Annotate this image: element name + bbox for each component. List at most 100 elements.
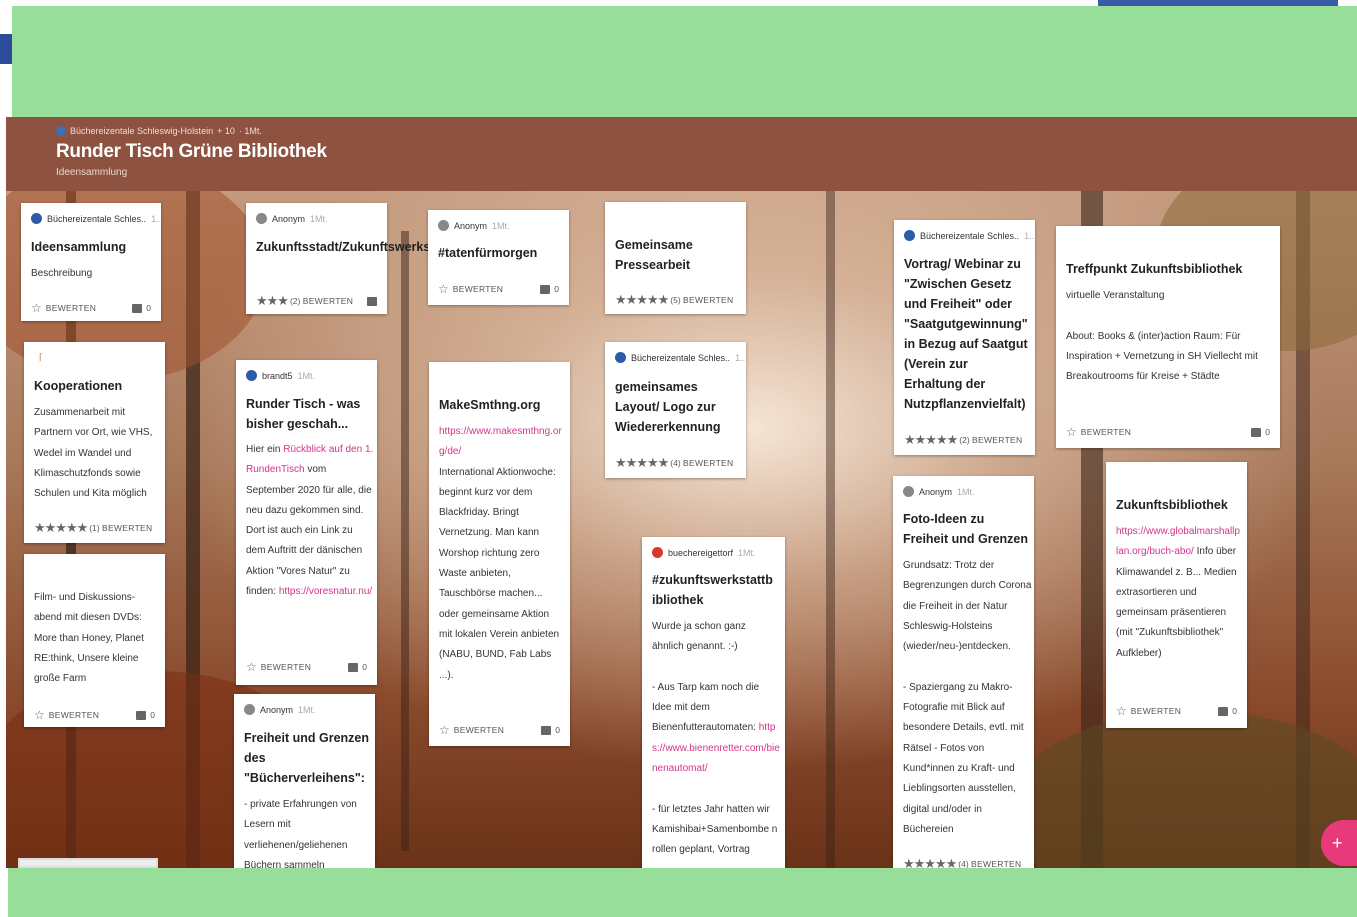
rating-stars[interactable]: ★★★★★ xyxy=(615,292,669,308)
post-card[interactable]: Anonym 1Mt. Freiheit und Grenzen des "Bü… xyxy=(234,694,375,868)
post-title: Gemeinsame Pressearbeit xyxy=(615,238,693,272)
comment-button[interactable] xyxy=(367,296,377,306)
post-title: MakeSmthng.org xyxy=(439,398,541,412)
post-footer: ☆ BEWERTEN 0 xyxy=(1116,704,1237,718)
rate-button[interactable]: BEWERTEN xyxy=(683,458,733,468)
post-card[interactable]: Treffpunkt Zukunftsbibliothek virtuelle … xyxy=(1056,226,1280,448)
star-outline-icon[interactable]: ☆ xyxy=(31,301,42,315)
board-subtitle: Ideensammlung xyxy=(56,167,128,178)
post-title: #tatenfürmorgen xyxy=(438,246,538,260)
post-footer: ★★★★★ (4) BEWERTEN xyxy=(615,455,736,471)
board-plus-count: + 10 xyxy=(217,126,235,136)
post-footer: ★★★★★ (1) BEWERTEN xyxy=(34,520,155,536)
post-card[interactable]: buechereigettorf 1Mt. #zukunftswerkstatt… xyxy=(642,537,785,868)
post-card[interactable]: Büchereizentale Schles.. 1.. Vortrag/ We… xyxy=(894,220,1035,455)
tree-trunk xyxy=(401,231,409,851)
rating-stars[interactable]: ★★★ xyxy=(256,293,289,309)
post-author: Anonym 1Mt. xyxy=(244,704,316,715)
comment-icon xyxy=(132,303,143,313)
rating-stars[interactable]: ★★★★★ xyxy=(903,856,957,868)
post-author: ⌈ xyxy=(39,352,43,362)
post-card[interactable]: Zukunftsbibliothek https://www.globalmar… xyxy=(1106,462,1247,728)
rating-stars[interactable]: ★★★★★ xyxy=(615,455,669,471)
rating-stars[interactable]: ★★★★★ xyxy=(904,432,958,448)
post-body: Hier ein Rückblick auf den 1. RundenTisc… xyxy=(246,444,374,598)
rate-button[interactable]: BEWERTEN xyxy=(683,295,733,305)
post-card[interactable]: Büchereizentale Schles.. 1.. gemeinsames… xyxy=(605,342,746,478)
comment-button[interactable]: 0 xyxy=(541,725,560,735)
post-title: #zukunftswerkstattbibliothek xyxy=(652,573,773,607)
post-footer: ☆ BEWERTEN 0 xyxy=(1066,425,1270,439)
rate-button[interactable]: BEWERTEN xyxy=(46,303,96,313)
rate-button[interactable]: BEWERTEN xyxy=(102,523,152,533)
top-right-bar xyxy=(1098,0,1338,6)
rate-button[interactable]: BEWERTEN xyxy=(1131,706,1181,716)
author-avatar xyxy=(438,220,449,231)
post-card[interactable]: brandt5 1Mt. Runder Tisch - was bisher g… xyxy=(236,360,377,685)
post-footer: ☆ BEWERTEN 0 xyxy=(246,660,367,674)
star-outline-icon[interactable]: ☆ xyxy=(438,282,449,296)
rate-button[interactable]: BEWERTEN xyxy=(453,284,503,294)
rating-count: (2) xyxy=(959,435,970,445)
author-avatar xyxy=(903,486,914,497)
comment-button[interactable]: 0 xyxy=(132,303,151,313)
rate-button[interactable]: BEWERTEN xyxy=(971,859,1021,868)
comment-button[interactable]: 0 xyxy=(1218,706,1237,716)
comment-icon xyxy=(348,662,359,672)
rate-button[interactable]: BEWERTEN xyxy=(303,296,353,306)
post-author: Anonym 1Mt. xyxy=(438,220,510,231)
star-outline-icon[interactable]: ☆ xyxy=(439,723,450,737)
post-author: Büchereizentale Schles.. 1.. xyxy=(615,352,745,363)
rate-button[interactable]: BEWERTEN xyxy=(454,725,504,735)
star-outline-icon[interactable]: ☆ xyxy=(246,660,257,674)
rate-button[interactable]: BEWERTEN xyxy=(49,710,99,720)
left-edge-bar xyxy=(0,34,12,64)
post-card[interactable]: Film- und Diskussions-abend mit diesen D… xyxy=(24,554,165,727)
comment-button[interactable]: 0 xyxy=(540,284,559,294)
rate-button[interactable]: BEWERTEN xyxy=(972,435,1022,445)
green-band-bottom xyxy=(8,868,1357,917)
author-avatar xyxy=(652,547,663,558)
post-footer: ★★★ (2) BEWERTEN xyxy=(256,293,377,309)
rating-count: (2) xyxy=(289,296,301,306)
star-outline-icon[interactable]: ☆ xyxy=(34,708,45,722)
post-title: Freiheit und Grenzen des "Bücherverleihe… xyxy=(244,731,370,785)
comment-button[interactable]: 0 xyxy=(1251,427,1270,437)
author-avatar xyxy=(244,704,255,715)
post-body: Grundsatz: Trotz der Begrenzungen durch … xyxy=(903,560,1032,835)
post-footer: ★★★★★ (4) BEWERTEN xyxy=(903,856,1024,868)
comment-button[interactable]: 0 xyxy=(348,662,367,672)
author-avatar xyxy=(615,352,626,363)
board-org[interactable]: Büchereizentale Schleswig-Holstein xyxy=(70,126,213,136)
comment-icon xyxy=(541,725,552,735)
rate-button[interactable]: BEWERTEN xyxy=(261,662,311,672)
rating-count: (4) xyxy=(958,859,969,868)
post-title: Treffpunkt Zukunftsbibliothek xyxy=(1066,262,1243,276)
post-card[interactable]: Anonym 1Mt. Foto-Ideen zu Freiheit und G… xyxy=(893,476,1034,868)
post-footer: ★★★★★ (5) BEWERTEN xyxy=(615,292,736,308)
comment-icon xyxy=(136,710,147,720)
post-title: Runder Tisch - was bisher geschah... xyxy=(246,397,361,431)
post-card[interactable]: MakeSmthng.org https://www.makesmthng.or… xyxy=(429,362,570,746)
rating-stars[interactable]: ★★★★★ xyxy=(34,520,88,536)
post-footer: ☆ BEWERTEN 0 xyxy=(31,301,151,315)
author-avatar xyxy=(246,370,257,381)
star-outline-icon[interactable]: ☆ xyxy=(1066,425,1077,439)
foliage xyxy=(1006,711,1357,868)
rate-button[interactable]: BEWERTEN xyxy=(1081,427,1131,437)
author-avatar xyxy=(31,213,42,224)
post-card[interactable]: Büchereizentale Schles.. 1.. Ideensammlu… xyxy=(21,203,161,321)
post-link[interactable]: https://voresnatur.nu/ xyxy=(279,586,372,597)
post-author: Büchereizentale Schles.. 1.. xyxy=(904,230,1034,241)
tree-trunk xyxy=(826,191,835,868)
minimized-panel[interactable] xyxy=(18,858,158,868)
post-card[interactable]: Gemeinsame Pressearbeit ★★★★★ (5) BEWERTE… xyxy=(605,202,746,314)
post-link[interactable]: https://www.makesmthng.org/de/ xyxy=(439,426,562,457)
rating-count: (1) xyxy=(89,523,100,533)
star-outline-icon[interactable]: ☆ xyxy=(1116,704,1127,718)
comment-button[interactable]: 0 xyxy=(136,710,155,720)
comment-icon xyxy=(1218,706,1229,716)
post-card[interactable]: Anonym 1Mt. Zukunftsstadt/Zukunftswerkst… xyxy=(246,203,450,314)
post-card[interactable]: Anonym 1Mt. #tatenfürmorgen ☆ BEWERTEN 0 xyxy=(428,210,569,305)
post-card[interactable]: ⌈ Kooperationen Zusammenarbeit mit Partn… xyxy=(24,342,165,543)
